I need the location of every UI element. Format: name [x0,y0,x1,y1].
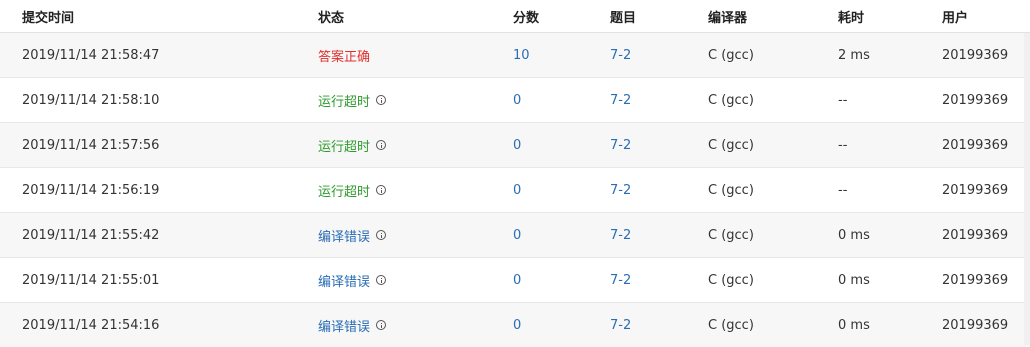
table-row: 2019/11/14 21:57:56 运行超时 0 7-2 C (gcc) -… [0,123,1030,168]
score-link[interactable]: 0 [513,138,521,153]
compiler: C (gcc) [708,92,754,108]
submit-time: 2019/11/14 21:58:47 [22,47,160,63]
problem-link[interactable]: 7-2 [610,183,631,198]
info-icon[interactable] [376,320,387,330]
problem-link[interactable]: 7-2 [610,318,631,333]
user: 20199369 [942,137,1009,153]
submit-time: 2019/11/14 21:55:01 [22,272,160,288]
table-row: 2019/11/14 21:56:19 运行超时 0 7-2 C (gcc) -… [0,168,1030,213]
table-row: 2019/11/14 21:55:01 编译错误 0 7-2 C (gcc) 0… [0,258,1030,303]
status-label[interactable]: 运行超时 [318,181,370,200]
problem-link[interactable]: 7-2 [610,93,631,108]
submit-time: 2019/11/14 21:58:10 [22,92,160,108]
user: 20199369 [942,317,1009,333]
status-label[interactable]: 运行超时 [318,136,370,155]
submit-time: 2019/11/14 21:56:19 [22,182,160,198]
compiler: C (gcc) [708,47,754,63]
time-cost: -- [838,92,848,108]
table-body: 2019/11/14 21:58:47 答案正确 10 7-2 C (gcc) … [0,33,1030,347]
status-label[interactable]: 编译错误 [318,271,370,290]
status-cell: 编译错误 [318,316,387,335]
status-cell: 答案正确 [318,46,370,65]
user: 20199369 [942,272,1009,288]
compiler: C (gcc) [708,272,754,288]
status-cell: 运行超时 [318,181,387,200]
problem-link[interactable]: 7-2 [610,228,631,243]
table-row: 2019/11/14 21:58:10 运行超时 0 7-2 C (gcc) -… [0,78,1030,123]
header-cost: 耗时 [838,10,865,26]
time-cost: 0 ms [838,317,870,333]
status-label[interactable]: 编译错误 [318,226,370,245]
header-problem: 题目 [610,10,637,26]
compiler: C (gcc) [708,182,754,198]
compiler: C (gcc) [708,137,754,153]
user: 20199369 [942,92,1009,108]
table-row: 2019/11/14 21:54:16 编译错误 0 7-2 C (gcc) 0… [0,303,1030,347]
header-status: 状态 [318,10,345,26]
header-user: 用户 [942,10,969,26]
submit-time: 2019/11/14 21:54:16 [22,317,160,333]
problem-link[interactable]: 7-2 [610,138,631,153]
status-label[interactable]: 编译错误 [318,316,370,335]
submissions-table: 提交时间 状态 分数 题目 编译器 耗时 用户 2019/11/14 21:58… [0,0,1030,347]
status-cell: 编译错误 [318,226,387,245]
time-cost: -- [838,182,848,198]
time-cost: 0 ms [838,272,870,288]
time-cost: 0 ms [838,227,870,243]
info-icon[interactable] [376,275,387,285]
score-link[interactable]: 10 [513,48,530,63]
status-cell: 运行超时 [318,136,387,155]
info-icon[interactable] [376,185,387,195]
score-link[interactable]: 0 [513,93,521,108]
submit-time: 2019/11/14 21:57:56 [22,137,160,153]
score-link[interactable]: 0 [513,318,521,333]
user: 20199369 [942,227,1009,243]
scrollbar[interactable] [1024,33,1030,345]
score-link[interactable]: 0 [513,273,521,288]
submit-time: 2019/11/14 21:55:42 [22,227,160,243]
info-icon[interactable] [376,95,387,105]
header-time: 提交时间 [22,10,75,26]
user: 20199369 [942,182,1009,198]
time-cost: -- [838,137,848,153]
table-row: 2019/11/14 21:55:42 编译错误 0 7-2 C (gcc) 0… [0,213,1030,258]
problem-link[interactable]: 7-2 [610,273,631,288]
header-score: 分数 [513,10,540,26]
status-cell: 编译错误 [318,271,387,290]
status-label[interactable]: 运行超时 [318,91,370,110]
table-row: 2019/11/14 21:58:47 答案正确 10 7-2 C (gcc) … [0,33,1030,78]
problem-link[interactable]: 7-2 [610,48,631,63]
user: 20199369 [942,47,1009,63]
compiler: C (gcc) [708,227,754,243]
table-header: 提交时间 状态 分数 题目 编译器 耗时 用户 [0,0,1030,33]
status-label[interactable]: 答案正确 [318,46,370,65]
score-link[interactable]: 0 [513,183,521,198]
time-cost: 2 ms [838,47,870,63]
compiler: C (gcc) [708,317,754,333]
info-icon[interactable] [376,230,387,240]
header-compiler: 编译器 [708,10,748,26]
score-link[interactable]: 0 [513,228,521,243]
info-icon[interactable] [376,140,387,150]
status-cell: 运行超时 [318,91,387,110]
